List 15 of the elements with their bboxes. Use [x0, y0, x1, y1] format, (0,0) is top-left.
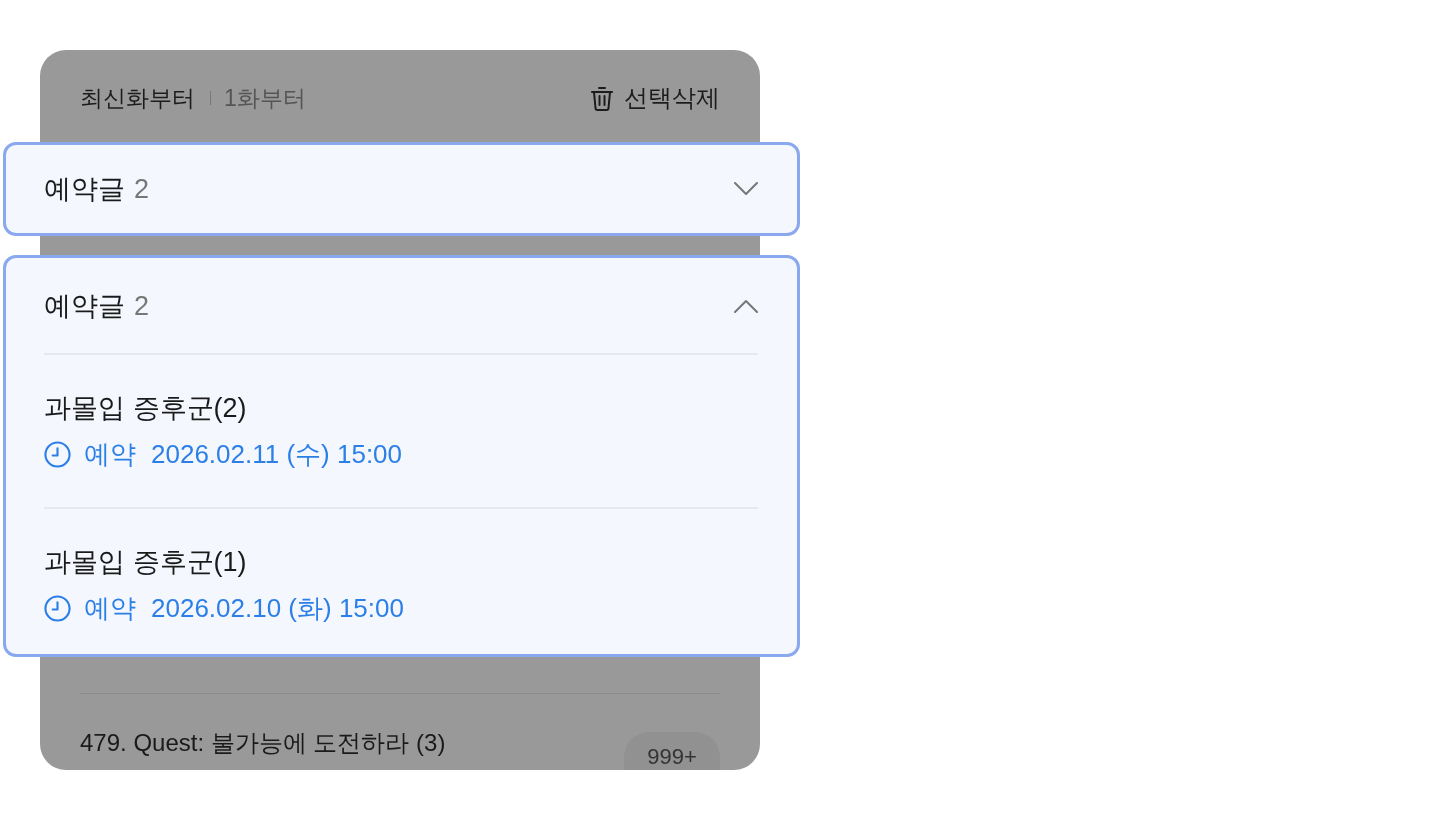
schedule-status: 예약: [84, 438, 136, 470]
sort-option[interactable]: 최신화부터: [80, 83, 195, 113]
section-toggle[interactable]: 예약글 2: [44, 145, 758, 233]
delete-selected-button[interactable]: 선택삭제: [590, 83, 720, 113]
clock-icon: [44, 594, 71, 622]
schedule-datetime: 2026.02.10 (화) 15:00: [151, 592, 404, 624]
episode-title: 479. Quest: 불가능에 도전하라 (3): [80, 728, 446, 758]
post-title[interactable]: 과몰입 증후군(1): [44, 545, 247, 579]
schedule-datetime: 2026.02.11 (수) 15:00: [151, 438, 403, 470]
count-badge: 999+: [624, 732, 720, 770]
post-title[interactable]: 과몰입 증후군(2): [44, 391, 247, 425]
clock-icon: [44, 440, 71, 468]
schedule-status: 예약: [84, 592, 136, 624]
trash-icon: [590, 85, 614, 111]
section-toggle[interactable]: 예약글 2: [44, 258, 758, 353]
